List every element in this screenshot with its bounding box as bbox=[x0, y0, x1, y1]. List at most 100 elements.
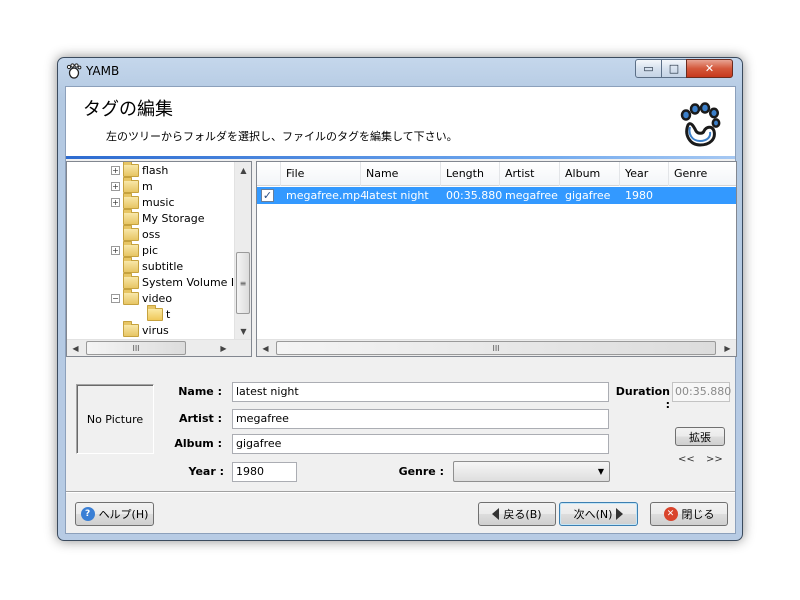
scroll-right-icon[interactable]: ▶ bbox=[215, 340, 232, 357]
row-checkbox[interactable]: ✓ bbox=[261, 189, 274, 202]
expand-icon[interactable]: + bbox=[111, 181, 120, 191]
tree-vscroll-thumb[interactable]: ≡ bbox=[236, 252, 250, 314]
close-circle-icon: ✕ bbox=[663, 507, 678, 521]
dialog-client: タグの編集 左のツリーからフォルダを選択し、ファイルのタグを編集して下さい。 +… bbox=[65, 86, 737, 534]
help-icon: ? bbox=[80, 507, 95, 521]
column-header-year[interactable]: Year bbox=[620, 162, 669, 186]
previous-file-link[interactable]: << bbox=[678, 454, 695, 465]
tree-item-label: System Volume In bbox=[142, 275, 235, 289]
tree-item-label: flash bbox=[142, 163, 169, 177]
minimize-button[interactable]: ▭ bbox=[635, 59, 662, 78]
cell-name: latest night bbox=[366, 189, 429, 202]
tree-item-subtitle[interactable]: subtitle bbox=[123, 256, 183, 274]
expand-icon[interactable]: + bbox=[111, 165, 120, 175]
table-row[interactable]: ✓ megafree.mp4 latest night 00:35.880 me… bbox=[257, 187, 736, 204]
year-field[interactable]: 1980 bbox=[232, 462, 297, 482]
next-button-label: 次へ(N) bbox=[573, 508, 613, 521]
tree-vertical-scrollbar[interactable]: ▲ ≡ ▼ bbox=[234, 162, 251, 340]
folder-icon bbox=[123, 176, 139, 193]
cell-file: megafree.mp4 bbox=[286, 189, 368, 202]
help-button-label: ヘルプ(H) bbox=[98, 508, 149, 521]
folder-icon bbox=[123, 240, 139, 257]
cell-genre bbox=[669, 187, 674, 204]
close-icon: ✕ bbox=[704, 62, 715, 75]
next-button[interactable]: 次へ(N) bbox=[559, 502, 638, 526]
list-hscroll-thumb[interactable]: III bbox=[276, 341, 716, 355]
cell-album: gigafree bbox=[565, 189, 611, 202]
expand-button[interactable]: 拡張 bbox=[675, 427, 725, 446]
folder-icon bbox=[123, 224, 139, 241]
close-window-button[interactable]: ✕ bbox=[686, 59, 733, 78]
album-label: Album : bbox=[174, 437, 222, 450]
foot-logo-icon bbox=[680, 102, 721, 147]
list-horizontal-scrollbar[interactable]: ◀ III ▶ bbox=[257, 339, 736, 356]
expand-icon[interactable]: + bbox=[111, 197, 120, 207]
chevron-down-icon: ▼ bbox=[597, 467, 604, 476]
column-header-genre[interactable]: Genre bbox=[669, 162, 736, 186]
column-header-check[interactable] bbox=[257, 162, 281, 186]
folder-icon bbox=[123, 192, 139, 209]
tree-item-pic[interactable]: + pic bbox=[111, 240, 158, 258]
scroll-right-icon[interactable]: ▶ bbox=[719, 340, 736, 357]
folder-icon bbox=[123, 256, 139, 273]
tree-item-label: t bbox=[166, 307, 171, 321]
tree-item-t[interactable]: t bbox=[147, 304, 171, 322]
open-folder-icon bbox=[147, 304, 163, 321]
tree-item-label: video bbox=[142, 291, 173, 305]
tree-item-music[interactable]: + music bbox=[111, 192, 175, 210]
window-title: YAMB bbox=[86, 64, 120, 78]
collapse-icon[interactable]: − bbox=[111, 293, 120, 303]
genre-select[interactable]: ▼ bbox=[453, 461, 610, 482]
tree-item-label: music bbox=[142, 195, 175, 209]
file-list-header: File Name Length Artist Album Year Genre bbox=[257, 162, 736, 186]
file-list[interactable]: File Name Length Artist Album Year Genre… bbox=[256, 161, 737, 357]
next-file-link[interactable]: >> bbox=[706, 454, 723, 465]
column-header-name[interactable]: Name bbox=[361, 162, 441, 186]
folder-icon bbox=[123, 288, 139, 305]
tree-item-system-volume[interactable]: System Volume In bbox=[123, 272, 235, 290]
tree-item-video[interactable]: − video bbox=[111, 288, 173, 306]
close-button-label: 閉じる bbox=[681, 508, 715, 521]
maximize-icon: □ bbox=[668, 62, 680, 75]
expand-icon[interactable]: + bbox=[111, 245, 120, 255]
folder-icon bbox=[123, 320, 139, 337]
back-button[interactable]: 戻る(B) bbox=[478, 502, 556, 526]
tree-item-oss[interactable]: oss bbox=[123, 224, 160, 242]
name-field[interactable]: latest night bbox=[232, 382, 609, 402]
tree-item-m[interactable]: + m bbox=[111, 176, 153, 194]
scroll-up-icon[interactable]: ▲ bbox=[235, 162, 252, 179]
yamb-window: YAMB ▭ □ ✕ タグの編集 左のツリーからフォルダを選択し、ファイルのタグ… bbox=[57, 57, 743, 541]
tree-item-flash[interactable]: + flash bbox=[111, 162, 168, 178]
name-label: Name : bbox=[178, 385, 222, 398]
scroll-left-icon[interactable]: ◀ bbox=[257, 340, 274, 357]
back-arrow-icon bbox=[492, 508, 500, 520]
album-art-placeholder[interactable]: No Picture bbox=[76, 384, 154, 454]
scroll-left-icon[interactable]: ◀ bbox=[67, 340, 84, 357]
column-header-artist[interactable]: Artist bbox=[500, 162, 560, 186]
title-bar[interactable]: YAMB ▭ □ ✕ bbox=[58, 58, 742, 84]
folder-tree-items: + flash + m + music My Storage oss + pic… bbox=[67, 162, 235, 340]
year-label: Year : bbox=[188, 465, 225, 478]
tree-item-my-storage[interactable]: My Storage bbox=[123, 208, 205, 226]
close-button[interactable]: ✕ 閉じる bbox=[650, 502, 728, 526]
artist-field[interactable]: megafree bbox=[232, 409, 609, 429]
tree-item-label: virus bbox=[142, 323, 169, 337]
scroll-down-icon[interactable]: ▼ bbox=[235, 323, 252, 340]
column-header-album[interactable]: Album bbox=[560, 162, 620, 186]
tree-item-virus[interactable]: virus bbox=[123, 320, 169, 338]
tree-hscroll-thumb[interactable]: III bbox=[86, 341, 186, 355]
help-button[interactable]: ? ヘルプ(H) bbox=[75, 502, 154, 526]
tree-horizontal-scrollbar[interactable]: ◀ III ▶ bbox=[67, 339, 251, 356]
no-picture-label: No Picture bbox=[86, 412, 144, 426]
album-field[interactable]: gigafree bbox=[232, 434, 609, 454]
expand-button-label: 拡張 bbox=[689, 430, 711, 444]
column-header-file[interactable]: File bbox=[281, 162, 361, 186]
next-arrow-icon bbox=[616, 508, 624, 520]
maximize-button[interactable]: □ bbox=[661, 59, 687, 78]
folder-tree[interactable]: + flash + m + music My Storage oss + pic… bbox=[66, 161, 252, 357]
minimize-icon: ▭ bbox=[643, 62, 654, 75]
duration-field: 00:35.880 bbox=[672, 382, 731, 402]
column-header-length[interactable]: Length bbox=[441, 162, 500, 186]
tag-editor: No Picture Name : latest night Artist : … bbox=[66, 363, 735, 483]
page-title: タグの編集 bbox=[83, 99, 173, 120]
